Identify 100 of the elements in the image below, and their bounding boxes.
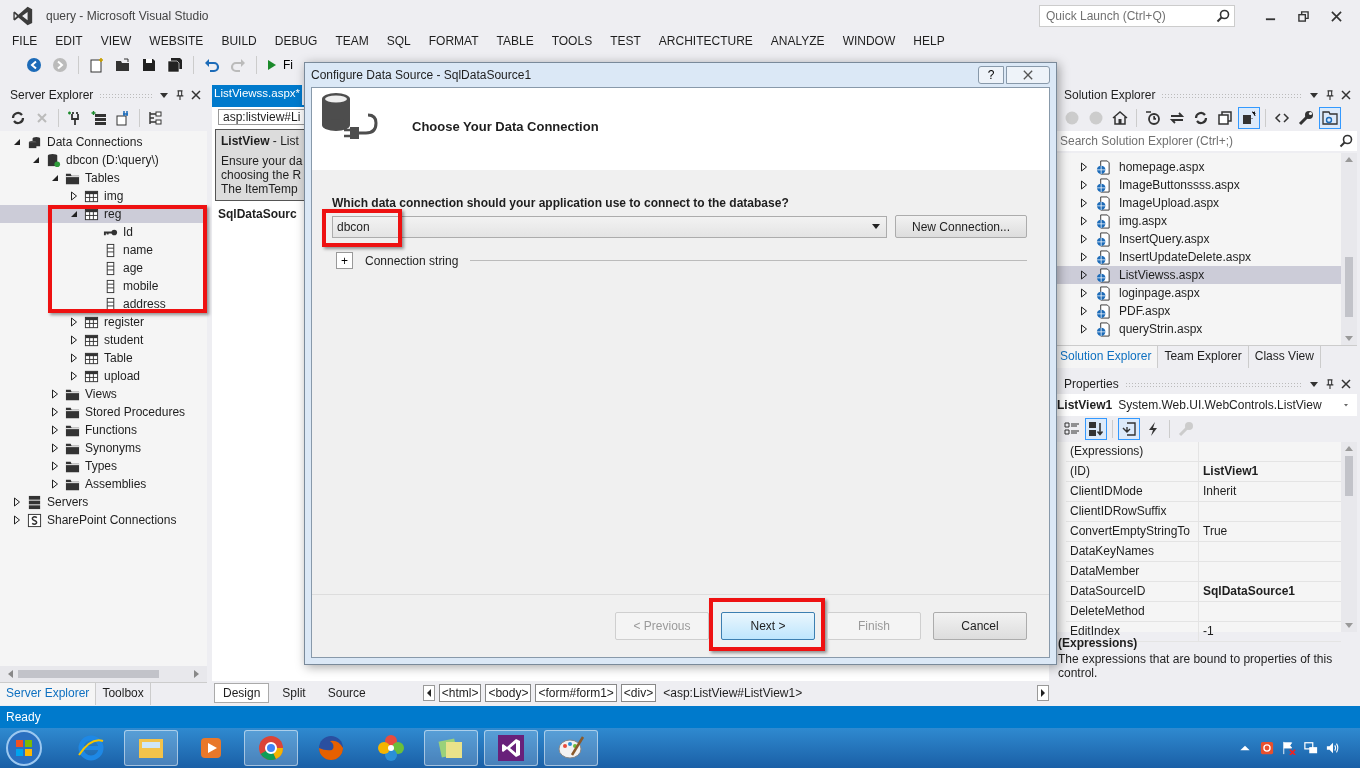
tree-item[interactable]: dbcon (D:\query\) [0, 151, 207, 169]
menu-item[interactable]: HELP [907, 34, 951, 48]
pin-icon[interactable] [175, 90, 185, 100]
wrench-icon[interactable] [1296, 108, 1316, 128]
menu-item[interactable]: WEBSITE [143, 34, 210, 48]
view-tab[interactable]: Design [214, 683, 270, 703]
tree-item[interactable]: register [0, 313, 207, 331]
menu-item[interactable]: BUILD [215, 34, 263, 48]
property-value[interactable]: -1 [1199, 622, 1341, 641]
scroll-thumb[interactable] [1345, 257, 1353, 317]
expand-button[interactable]: + [336, 252, 353, 269]
pin-icon[interactable] [1325, 379, 1335, 389]
solution-page-item[interactable]: InsertUpdateDelete.aspx [1054, 248, 1341, 266]
collapsed-arrow-icon[interactable] [51, 443, 59, 453]
scroll-right-icon[interactable] [1037, 685, 1049, 701]
add-server-icon[interactable] [89, 108, 109, 128]
menu-item[interactable]: FORMAT [422, 34, 485, 48]
tree-item[interactable]: Functions [0, 421, 207, 439]
quick-launch-field[interactable]: Quick Launch (Ctrl+Q) [1039, 5, 1235, 27]
menu-item[interactable]: TABLE [490, 34, 540, 48]
close-icon[interactable] [1331, 10, 1342, 22]
close-button[interactable] [1006, 66, 1050, 84]
solution-page-item[interactable]: queryStrin.aspx [1054, 320, 1341, 338]
property-value[interactable]: SqlDataSource1 [1199, 582, 1341, 601]
collapsed-arrow-icon[interactable] [70, 191, 78, 201]
solution-page-item[interactable]: loginpage.aspx [1054, 284, 1341, 302]
scroll-thumb[interactable] [1345, 456, 1353, 496]
sort-alphabetical-icon[interactable] [1086, 419, 1106, 439]
tree-item[interactable]: Views [0, 385, 207, 403]
volume-icon[interactable] [1326, 741, 1340, 755]
breadcrumb-tag[interactable]: <html> [438, 684, 482, 702]
property-value[interactable]: True [1199, 522, 1341, 541]
horizontal-scrollbar[interactable] [0, 666, 207, 682]
tree-item[interactable]: Assemblies [0, 475, 207, 493]
taskbar-button[interactable] [484, 730, 538, 766]
home-icon[interactable] [1110, 108, 1130, 128]
tree-item[interactable]: SharePoint Connections [0, 511, 207, 529]
close-icon[interactable] [1341, 90, 1351, 100]
connection-dropdown[interactable]: dbcon [332, 215, 887, 238]
menu-item[interactable]: SQL [380, 34, 417, 48]
tree-item[interactable]: address [0, 295, 207, 313]
tree-item[interactable]: age [0, 259, 207, 277]
tree-item[interactable]: Types [0, 457, 207, 475]
collapsed-arrow-icon[interactable] [13, 497, 21, 507]
dropdown-caret-icon[interactable] [1309, 379, 1319, 389]
tree-item[interactable]: name [0, 241, 207, 259]
help-button[interactable]: ? [978, 66, 1004, 84]
property-value[interactable]: Inherit [1199, 482, 1341, 501]
new-connection-button[interactable]: New Connection... [895, 215, 1027, 238]
tree-item[interactable]: img [0, 187, 207, 205]
tree-item[interactable]: Synonyms [0, 439, 207, 457]
scroll-thumb[interactable] [18, 670, 159, 678]
view-tab[interactable]: Source [318, 683, 375, 703]
pin-icon[interactable] [1325, 90, 1335, 100]
properties-page-icon[interactable] [1119, 419, 1139, 439]
dropdown-caret-icon[interactable] [1309, 90, 1319, 100]
breadcrumb-tag[interactable]: <div> [620, 684, 657, 702]
vertical-scrollbar[interactable] [1341, 442, 1357, 632]
dialog-button[interactable]: Cancel [933, 612, 1027, 640]
network-icon[interactable] [1304, 741, 1318, 755]
solution-page-item[interactable]: InsertQuery.aspx [1054, 230, 1341, 248]
breadcrumb-tag[interactable]: <form#form1> [535, 684, 617, 702]
preview-icon[interactable] [1320, 108, 1340, 128]
view-tab[interactable]: Split [273, 683, 315, 703]
menu-item[interactable]: EDIT [49, 34, 89, 48]
camera-app-icon[interactable] [1260, 741, 1274, 755]
menu-item[interactable]: WINDOW [836, 34, 902, 48]
close-icon[interactable] [1341, 379, 1351, 389]
expanded-arrow-icon[interactable] [13, 137, 21, 147]
breadcrumb-tag[interactable]: <body> [485, 684, 532, 702]
collapsed-arrow-icon[interactable] [70, 335, 78, 345]
document-tab[interactable]: ListViewss.aspx* [212, 85, 303, 105]
tree-item[interactable]: mobile [0, 277, 207, 295]
search-field[interactable]: Search Solution Explorer (Ctrl+;) [1054, 131, 1357, 151]
dialog-button[interactable]: Next > [721, 612, 815, 640]
collapsed-arrow-icon[interactable] [51, 425, 59, 435]
menu-item[interactable]: ANALYZE [764, 34, 831, 48]
tree-item[interactable]: Servers [0, 493, 207, 511]
start-button-icon[interactable] [4, 728, 44, 768]
collapse-all-icon[interactable] [1215, 108, 1235, 128]
breadcrumb-tag[interactable]: <asp:ListView#ListView1> [660, 684, 806, 702]
run-button[interactable]: Fi [265, 58, 295, 72]
panel-tab[interactable]: Team Explorer [1158, 346, 1249, 368]
menu-item[interactable]: TEST [604, 34, 647, 48]
tree-item[interactable]: Tables [0, 169, 207, 187]
property-value[interactable]: ListView1 [1199, 462, 1341, 481]
solution-page-item[interactable]: homepage.aspx [1054, 158, 1341, 176]
collapsed-arrow-icon[interactable] [13, 515, 21, 525]
panel-tab[interactable]: Toolbox [96, 683, 151, 705]
panel-tab[interactable]: Class View [1248, 346, 1321, 368]
show-all-files-icon[interactable] [1239, 108, 1259, 128]
tree-item[interactable]: Table [0, 349, 207, 367]
collapsed-arrow-icon[interactable] [51, 407, 59, 417]
solution-page-item[interactable]: img.aspx [1054, 212, 1341, 230]
back-icon[interactable] [24, 55, 44, 75]
tree-item[interactable]: upload [0, 367, 207, 385]
save-all-icon[interactable] [165, 55, 185, 75]
collapsed-arrow-icon[interactable] [51, 461, 59, 471]
close-icon[interactable] [191, 90, 201, 100]
flag-icon[interactable] [1282, 741, 1296, 755]
